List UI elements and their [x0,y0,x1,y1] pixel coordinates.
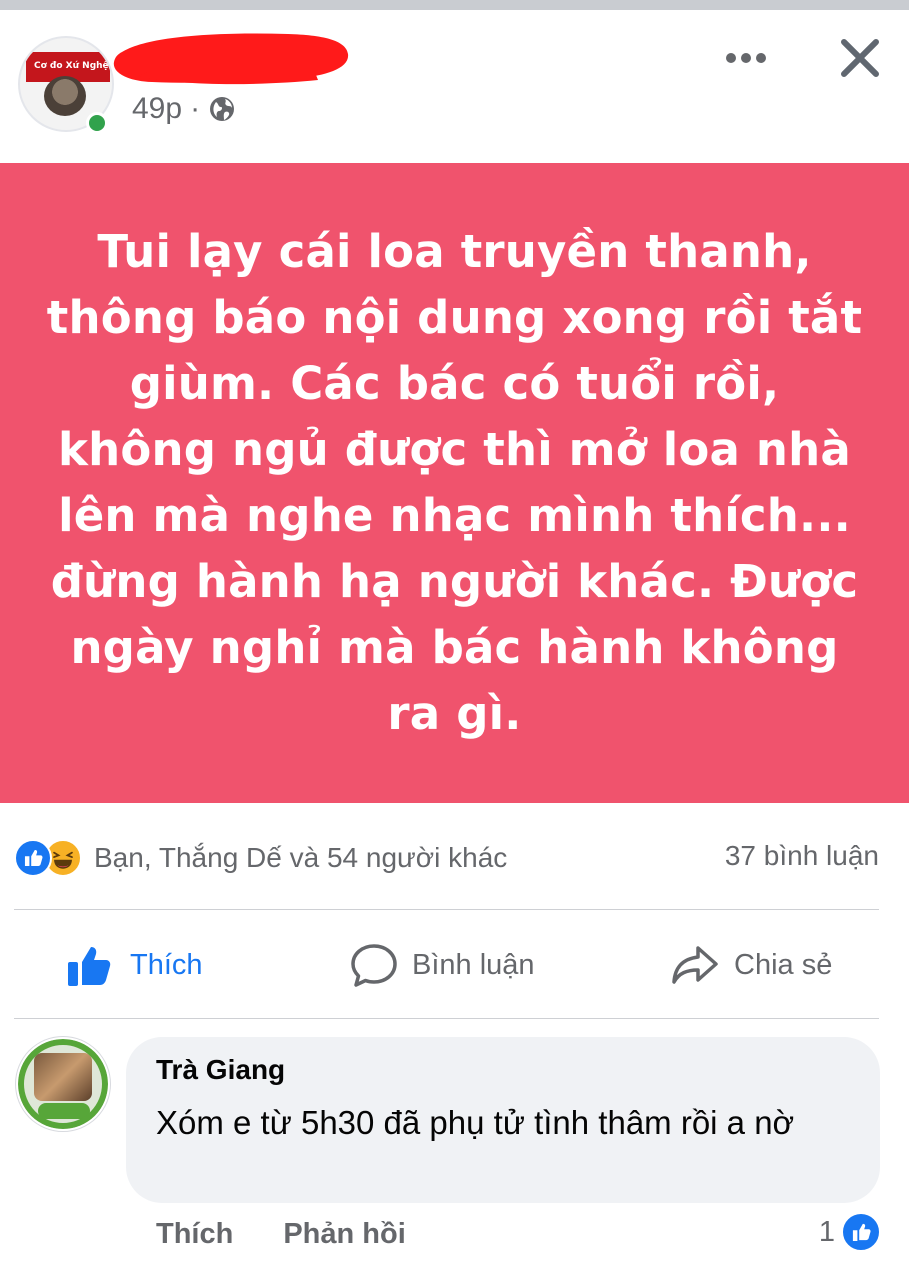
post-action-bar: Thích Bình luận Chia sẻ [0,925,909,1005]
share-icon [672,946,718,984]
online-status-indicator [86,112,108,134]
comment-label: Bình luận [412,948,535,981]
thumbs-up-icon [68,947,111,986]
post-background: Tui lạy cái loa truyền thanh, thông báo … [0,163,909,803]
divider [14,1018,879,1019]
redacted-author-name [113,33,349,85]
meta-separator: · [190,92,201,125]
share-button[interactable]: Chia sẻ [670,925,832,1005]
comment-reaction-count: 1 [818,1215,835,1248]
comment-text: Xóm e từ 5h30 đã phụ tử tình thâm rồi a … [156,1104,795,1141]
reactions-text[interactable]: Bạn, Thắng Dế và 54 người khác [94,842,507,874]
globe-icon [210,97,235,121]
post-text: Tui lạy cái loa truyền thanh, thông báo … [46,225,863,740]
like-reaction-icon [841,1212,881,1252]
more-options-button[interactable] [722,40,770,76]
commenter-name[interactable]: Trà Giang [156,1054,285,1086]
like-label: Thích [130,948,203,981]
comment-reactions[interactable]: 1 [819,1212,881,1252]
reactions-summary[interactable]: Bạn, Thắng Dế và 54 người khác [14,836,507,880]
comment-actions: Thích Phản hồi [156,1218,406,1251]
post-time[interactable]: 49p [132,92,182,126]
commenter-avatar[interactable] [16,1037,110,1131]
post-meta: 49p · [132,92,236,126]
like-button[interactable]: Thích [66,925,203,1005]
avatar-frame-ring [18,1039,108,1129]
top-separator [0,0,909,10]
divider [14,909,879,910]
avatar-face [44,76,86,116]
avatar-caption: Cơ đo Xứ Nghệ [34,61,109,71]
comment-count[interactable]: 37 bình luận [725,840,879,872]
ellipsis-icon [726,53,766,63]
comment-icon [351,944,397,987]
comment-reply-button[interactable]: Phản hồi [283,1218,405,1251]
share-label: Chia sẻ [734,948,833,981]
comment-button[interactable]: Bình luận [350,925,535,1005]
like-reaction-icon [14,839,52,877]
close-icon[interactable] [836,34,884,82]
comment-like-button[interactable]: Thích [156,1218,233,1251]
